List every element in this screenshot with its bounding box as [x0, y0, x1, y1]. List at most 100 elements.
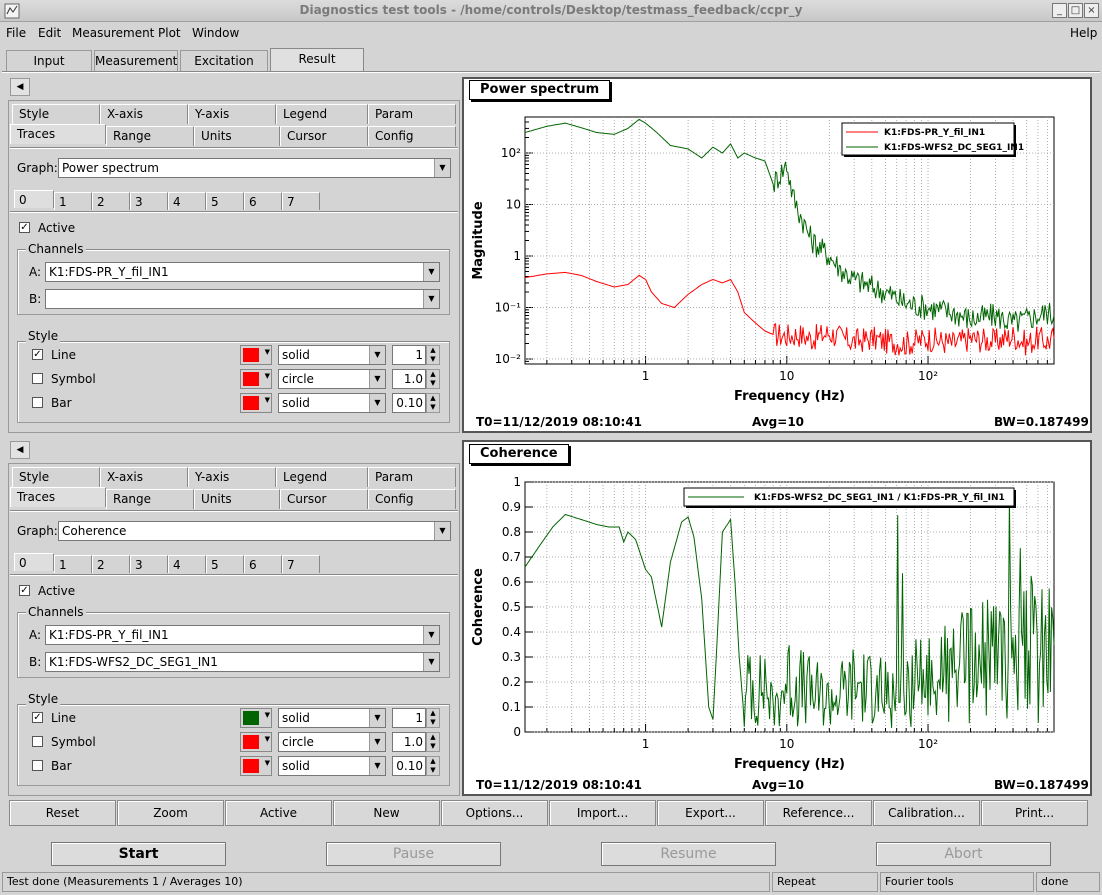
tab-input[interactable]: Input: [6, 50, 92, 72]
trace-tab-3[interactable]: 3: [130, 555, 168, 573]
trace-tab-6[interactable]: 6: [244, 555, 282, 573]
line-color-button[interactable]: ▼: [240, 345, 272, 365]
new-button[interactable]: New: [333, 800, 440, 826]
trace-tab-0[interactable]: 0: [14, 190, 54, 208]
menu-help[interactable]: Help: [1070, 26, 1097, 40]
line-checkbox[interactable]: ✓: [32, 712, 43, 723]
subtab-y-axis[interactable]: Y-axis: [188, 467, 276, 487]
options-button[interactable]: Options...: [441, 800, 548, 826]
subtab-config[interactable]: Config: [368, 126, 456, 146]
line-width-input[interactable]: 1: [392, 708, 426, 728]
subtab-range[interactable]: Range: [106, 126, 194, 146]
line-style-select[interactable]: solid ▼: [278, 345, 386, 365]
line-style-select[interactable]: solid ▼: [278, 708, 386, 728]
bar-style-select[interactable]: solid ▼: [278, 393, 386, 413]
bar-width-input[interactable]: 0.10: [392, 393, 426, 413]
trace-tab-7[interactable]: 7: [282, 192, 320, 210]
subtab-units[interactable]: Units: [194, 489, 280, 509]
maximize-icon[interactable]: □: [1068, 3, 1083, 18]
close-icon[interactable]: ×: [1084, 3, 1099, 18]
trace-tab-4[interactable]: 4: [168, 555, 206, 573]
bar-checkbox[interactable]: [32, 397, 43, 408]
line-width-input[interactable]: 1: [392, 345, 426, 365]
trace-tab-2[interactable]: 2: [92, 192, 130, 210]
line-checkbox[interactable]: ✓: [32, 349, 43, 360]
channel-a-select[interactable]: K1:FDS-PR_Y_fil_IN1 ▼: [45, 262, 440, 282]
spin-arrows-icon[interactable]: ▲ ▼: [426, 756, 440, 776]
active-button[interactable]: Active: [225, 800, 332, 826]
resume-button[interactable]: Resume: [601, 842, 776, 866]
zoom-button[interactable]: Zoom: [117, 800, 224, 826]
trace-tab-6[interactable]: 6: [244, 192, 282, 210]
trace-tab-4[interactable]: 4: [168, 192, 206, 210]
channel-b-select[interactable]: ▼: [45, 289, 440, 309]
pause-button[interactable]: Pause: [326, 842, 501, 866]
symbol-checkbox[interactable]: [32, 373, 43, 384]
subtab-legend[interactable]: Legend: [276, 467, 368, 487]
export-button[interactable]: Export...: [657, 800, 764, 826]
spin-arrows-icon[interactable]: ▲ ▼: [426, 708, 440, 728]
print-button[interactable]: Print...: [981, 800, 1088, 826]
subtab-cursor[interactable]: Cursor: [280, 489, 368, 509]
trace-tab-1[interactable]: 1: [54, 555, 92, 573]
trace-tab-7[interactable]: 7: [282, 555, 320, 573]
bar-color-button[interactable]: ▼: [240, 393, 272, 413]
line-color-button[interactable]: ▼: [240, 708, 272, 728]
symbol-color-button[interactable]: ▼: [240, 732, 272, 752]
graph-select[interactable]: Power spectrum ▼: [58, 158, 451, 178]
subtab-traces[interactable]: Traces: [10, 124, 106, 144]
menu-measurement[interactable]: Measurement: [72, 26, 154, 40]
trace-tab-3[interactable]: 3: [130, 192, 168, 210]
graph-select[interactable]: Coherence ▼: [58, 521, 451, 541]
subtab-config[interactable]: Config: [368, 489, 456, 509]
active-checkbox[interactable]: ✓: [19, 222, 30, 233]
menu-window[interactable]: Window: [192, 26, 239, 40]
active-checkbox[interactable]: ✓: [19, 585, 30, 596]
bar-color-button[interactable]: ▼: [240, 756, 272, 776]
import-button[interactable]: Import...: [549, 800, 656, 826]
subtab-style[interactable]: Style: [12, 104, 100, 124]
symbol-color-button[interactable]: ▼: [240, 369, 272, 389]
start-button[interactable]: Start: [51, 842, 226, 866]
spin-arrows-icon[interactable]: ▲ ▼: [426, 369, 440, 389]
abort-button[interactable]: Abort: [876, 842, 1051, 866]
symbol-style-select[interactable]: circle ▼: [278, 732, 386, 752]
symbol-size-input[interactable]: 1.0: [392, 732, 426, 752]
bar-width-input[interactable]: 0.10: [392, 756, 426, 776]
symbol-style-select[interactable]: circle ▼: [278, 369, 386, 389]
trace-tab-2[interactable]: 2: [92, 555, 130, 573]
channel-a-select[interactable]: K1:FDS-PR_Y_fil_IN1 ▼: [45, 625, 440, 645]
subtab-x-axis[interactable]: X-axis: [100, 104, 188, 124]
subtab-param[interactable]: Param: [368, 104, 456, 124]
tab-excitation[interactable]: Excitation: [180, 50, 268, 72]
power-spectrum-plot[interactable]: 1 10 10² 10⁻² 10⁻¹ 1 10 10² Frequency (Hz) Magnit…: [462, 77, 1092, 433]
spin-arrows-icon[interactable]: ▲ ▼: [426, 732, 440, 752]
subtab-x-axis[interactable]: X-axis: [100, 467, 188, 487]
subtab-style[interactable]: Style: [12, 467, 100, 487]
minimize-icon[interactable]: _: [1052, 3, 1067, 18]
trace-tab-5[interactable]: 5: [206, 555, 244, 573]
spin-arrows-icon[interactable]: ▲ ▼: [426, 393, 440, 413]
subtab-cursor[interactable]: Cursor: [280, 126, 368, 146]
menu-plot[interactable]: Plot: [158, 26, 181, 40]
subtab-units[interactable]: Units: [194, 126, 280, 146]
channel-b-select[interactable]: K1:FDS-WFS2_DC_SEG1_IN1 ▼: [45, 652, 440, 672]
subtab-y-axis[interactable]: Y-axis: [188, 104, 276, 124]
trace-tab-5[interactable]: 5: [206, 192, 244, 210]
subtab-traces[interactable]: Traces: [10, 487, 106, 507]
trace-tab-0[interactable]: 0: [14, 553, 54, 571]
spin-arrows-icon[interactable]: ▲ ▼: [426, 345, 440, 365]
menu-file[interactable]: File: [6, 26, 26, 40]
trace-tab-1[interactable]: 1: [54, 192, 92, 210]
bar-checkbox[interactable]: [32, 760, 43, 771]
calibration-button[interactable]: Calibration...: [873, 800, 980, 826]
menu-edit[interactable]: Edit: [38, 26, 61, 40]
reset-button[interactable]: Reset: [9, 800, 116, 826]
subtab-param[interactable]: Param: [368, 467, 456, 487]
tab-measurement[interactable]: Measurement: [94, 50, 178, 72]
bar-style-select[interactable]: solid ▼: [278, 756, 386, 776]
symbol-size-input[interactable]: 1.0: [392, 369, 426, 389]
tab-result[interactable]: Result: [270, 48, 364, 72]
collapse-left-icon[interactable]: ◀: [10, 441, 30, 459]
subtab-legend[interactable]: Legend: [276, 104, 368, 124]
